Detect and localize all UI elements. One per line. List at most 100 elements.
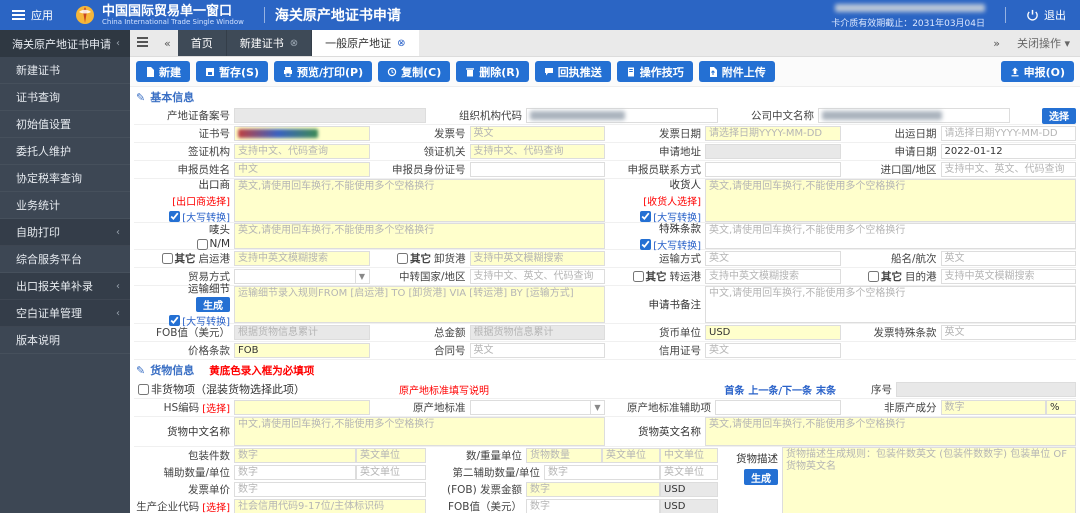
aux-unit-input[interactable]	[356, 465, 427, 480]
transport-mode-input[interactable]	[705, 251, 841, 266]
transport-detail-textarea[interactable]	[234, 286, 605, 323]
logout-button[interactable]: 退出	[1026, 7, 1066, 23]
contract-no-input[interactable]	[469, 343, 605, 358]
preview-print-button[interactable]: 预览/打印(P)	[273, 61, 373, 82]
discharge-port-input[interactable]	[469, 251, 605, 266]
generate-transport-detail-button[interactable]: 生成	[196, 297, 230, 312]
copy-button[interactable]: 复制(C)	[378, 61, 451, 82]
second-aux-qty-input[interactable]	[544, 465, 661, 480]
receipt-push-button[interactable]: 回执推送	[534, 61, 611, 82]
sidebar-item-new-certificate[interactable]: 新建证书	[0, 57, 130, 84]
dest-port-input[interactable]	[940, 269, 1076, 284]
dest-port-other-checkbox[interactable]	[868, 271, 879, 282]
close-tab-icon[interactable]: ⊗	[290, 38, 298, 49]
special-clause-textarea[interactable]	[705, 223, 1076, 249]
seq-input[interactable]	[896, 381, 1076, 397]
transit-country-input[interactable]	[469, 269, 605, 284]
consignee-textarea[interactable]	[705, 179, 1076, 222]
chevron-down-icon[interactable]: ▼	[591, 400, 605, 415]
chevron-down-icon[interactable]: ▼	[355, 269, 370, 284]
origin-standard-note-link[interactable]: 原产地标准填写说明	[399, 382, 489, 397]
apply-date-input[interactable]	[940, 144, 1076, 159]
nav-prev-next-link[interactable]: 上一条/下一条	[748, 382, 812, 397]
sidebar-item-version-notes[interactable]: 版本说明	[0, 327, 130, 354]
delete-button[interactable]: 删除(R)	[456, 61, 529, 82]
declarant-id-input[interactable]	[469, 162, 605, 177]
exporter-select-link[interactable]: [出口商选择]	[172, 193, 230, 208]
declarant-name-input[interactable]	[234, 162, 370, 177]
declarant-contact-input[interactable]	[705, 162, 841, 177]
sidebar-item-initial-values[interactable]: 初始值设置	[0, 111, 130, 138]
apps-menu[interactable]: 应用	[0, 7, 65, 23]
scroll-tabs-right-icon[interactable]: »	[986, 37, 1007, 50]
sidebar-title[interactable]: 海关原产地证书申请 ‹	[0, 30, 130, 57]
visa-org-input[interactable]	[234, 144, 370, 159]
cert-no-input[interactable]	[234, 126, 370, 141]
tab-general-origin-cert[interactable]: 一般原产地证 ⊗	[312, 30, 419, 56]
save-draft-button[interactable]: 暂存(S)	[196, 61, 268, 82]
org-code-input[interactable]	[526, 108, 719, 123]
vessel-input[interactable]	[940, 251, 1076, 266]
lc-no-input[interactable]	[705, 343, 841, 358]
producer-code-input[interactable]	[234, 499, 427, 513]
package-unit-input[interactable]	[356, 448, 427, 463]
non-goods-checkbox[interactable]	[138, 383, 149, 395]
sidebar-item-business-stats[interactable]: 业务统计	[0, 192, 130, 219]
choose-company-button[interactable]: 选择	[1041, 107, 1076, 124]
tab-home[interactable]: 首页	[177, 30, 227, 56]
new-button[interactable]: 新建	[136, 61, 190, 82]
hs-code-input[interactable]	[234, 400, 370, 415]
goods-qty-input[interactable]	[526, 448, 603, 463]
operation-tips-button[interactable]: 操作技巧	[616, 61, 693, 82]
ship-date-input[interactable]	[940, 126, 1076, 141]
apply-addr-input[interactable]	[705, 144, 841, 159]
sidebar-item-blank-cert-mgmt[interactable]: 空白证单管理 ‹	[0, 300, 130, 327]
collapse-sidebar-icon[interactable]: ‹	[116, 38, 120, 49]
origin-standard-aux-input[interactable]	[715, 400, 841, 415]
goods-desc-textarea[interactable]	[782, 447, 1076, 513]
sidebar-item-export-declaration[interactable]: 出口报关单补录 ‹	[0, 273, 130, 300]
app-note-textarea[interactable]	[705, 286, 1076, 323]
attachment-upload-button[interactable]: 附件上传	[698, 61, 775, 82]
nm-checkbox[interactable]	[196, 238, 208, 250]
import-country-input[interactable]	[940, 162, 1076, 177]
origin-standard-select[interactable]	[469, 400, 591, 415]
producer-select-link[interactable]: [选择]	[202, 499, 230, 513]
nav-first-link[interactable]: 首条	[724, 382, 744, 397]
sidebar-item-client-maintenance[interactable]: 委托人维护	[0, 138, 130, 165]
nav-last-link[interactable]: 末条	[816, 382, 836, 397]
exporter-textarea[interactable]	[234, 179, 605, 222]
sidebar-item-agreement-tax-query[interactable]: 协定税率查询	[0, 165, 130, 192]
sidebar-item-service-platform[interactable]: 综合服务平台	[0, 246, 130, 273]
tab-list-icon[interactable]	[130, 35, 157, 52]
scroll-tabs-left-icon[interactable]: «	[157, 37, 178, 50]
departure-port-input[interactable]	[234, 251, 370, 266]
close-tab-icon[interactable]: ⊗	[397, 38, 405, 49]
invoice-special-input[interactable]	[940, 325, 1076, 340]
hs-select-link[interactable]: [选择]	[202, 400, 230, 415]
close-operations-dropdown[interactable]: 关闭操作 ▾	[1017, 35, 1070, 51]
price-term-input[interactable]	[234, 343, 370, 358]
sidebar-item-self-print[interactable]: 自助打印 ‹	[0, 219, 130, 246]
package-count-input[interactable]	[234, 448, 357, 463]
transit-port-input[interactable]	[705, 269, 841, 284]
exporter-uppercase-checkbox[interactable]	[169, 211, 181, 222]
tab-new-certificate[interactable]: 新建证书 ⊗	[226, 30, 313, 56]
qty-cn-unit-input[interactable]	[660, 448, 719, 463]
second-aux-unit-input[interactable]	[660, 465, 719, 480]
declare-button[interactable]: 申报(O)	[1000, 61, 1074, 82]
fob-invoice-amount-input[interactable]	[526, 482, 661, 497]
consignee-uppercase-checkbox[interactable]	[640, 211, 652, 222]
invoice-date-input[interactable]	[705, 126, 841, 141]
issue-org-input[interactable]	[469, 144, 605, 159]
trade-mode-select[interactable]	[234, 269, 356, 284]
fob-value-input[interactable]	[526, 499, 661, 513]
invoice-no-input[interactable]	[469, 126, 605, 141]
consignee-select-link[interactable]: [收货人选择]	[643, 193, 701, 208]
non-origin-input[interactable]	[940, 400, 1046, 415]
invoice-price-input[interactable]	[234, 482, 427, 497]
generate-goods-desc-button[interactable]: 生成	[744, 469, 779, 485]
sidebar-item-certificate-query[interactable]: 证书查询	[0, 84, 130, 111]
company-cn-input[interactable]	[818, 108, 1011, 123]
total-amount-input[interactable]	[469, 325, 605, 340]
